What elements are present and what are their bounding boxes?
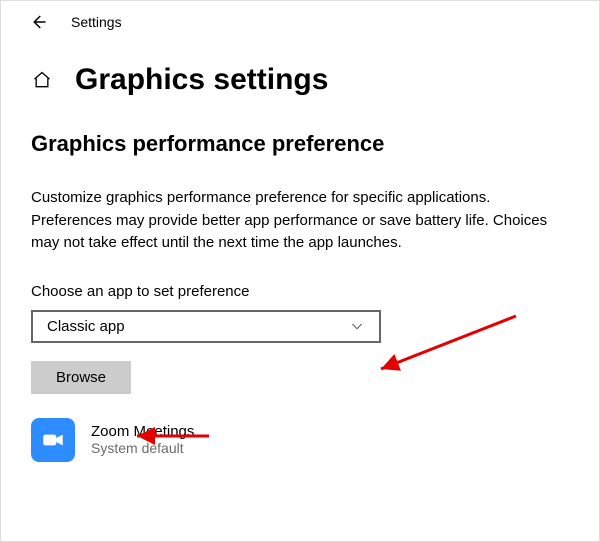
app-preference: System default [91, 440, 194, 456]
app-type-select[interactable]: Classic app [31, 310, 381, 343]
section-description: Customize graphics performance preferenc… [31, 187, 569, 255]
chevron-down-icon [349, 318, 365, 334]
zoom-icon [31, 418, 75, 462]
app-type-select-value: Classic app [47, 318, 125, 335]
app-list-item[interactable]: Zoom Meetings System default [31, 418, 569, 462]
page-title: Graphics settings [75, 63, 328, 97]
back-icon[interactable] [29, 13, 47, 31]
home-icon[interactable] [31, 69, 53, 91]
window-title: Settings [71, 14, 122, 30]
choose-app-label: Choose an app to set preference [31, 283, 569, 300]
app-name: Zoom Meetings [91, 423, 194, 440]
browse-button[interactable]: Browse [31, 361, 131, 394]
section-heading: Graphics performance preference [31, 131, 569, 157]
